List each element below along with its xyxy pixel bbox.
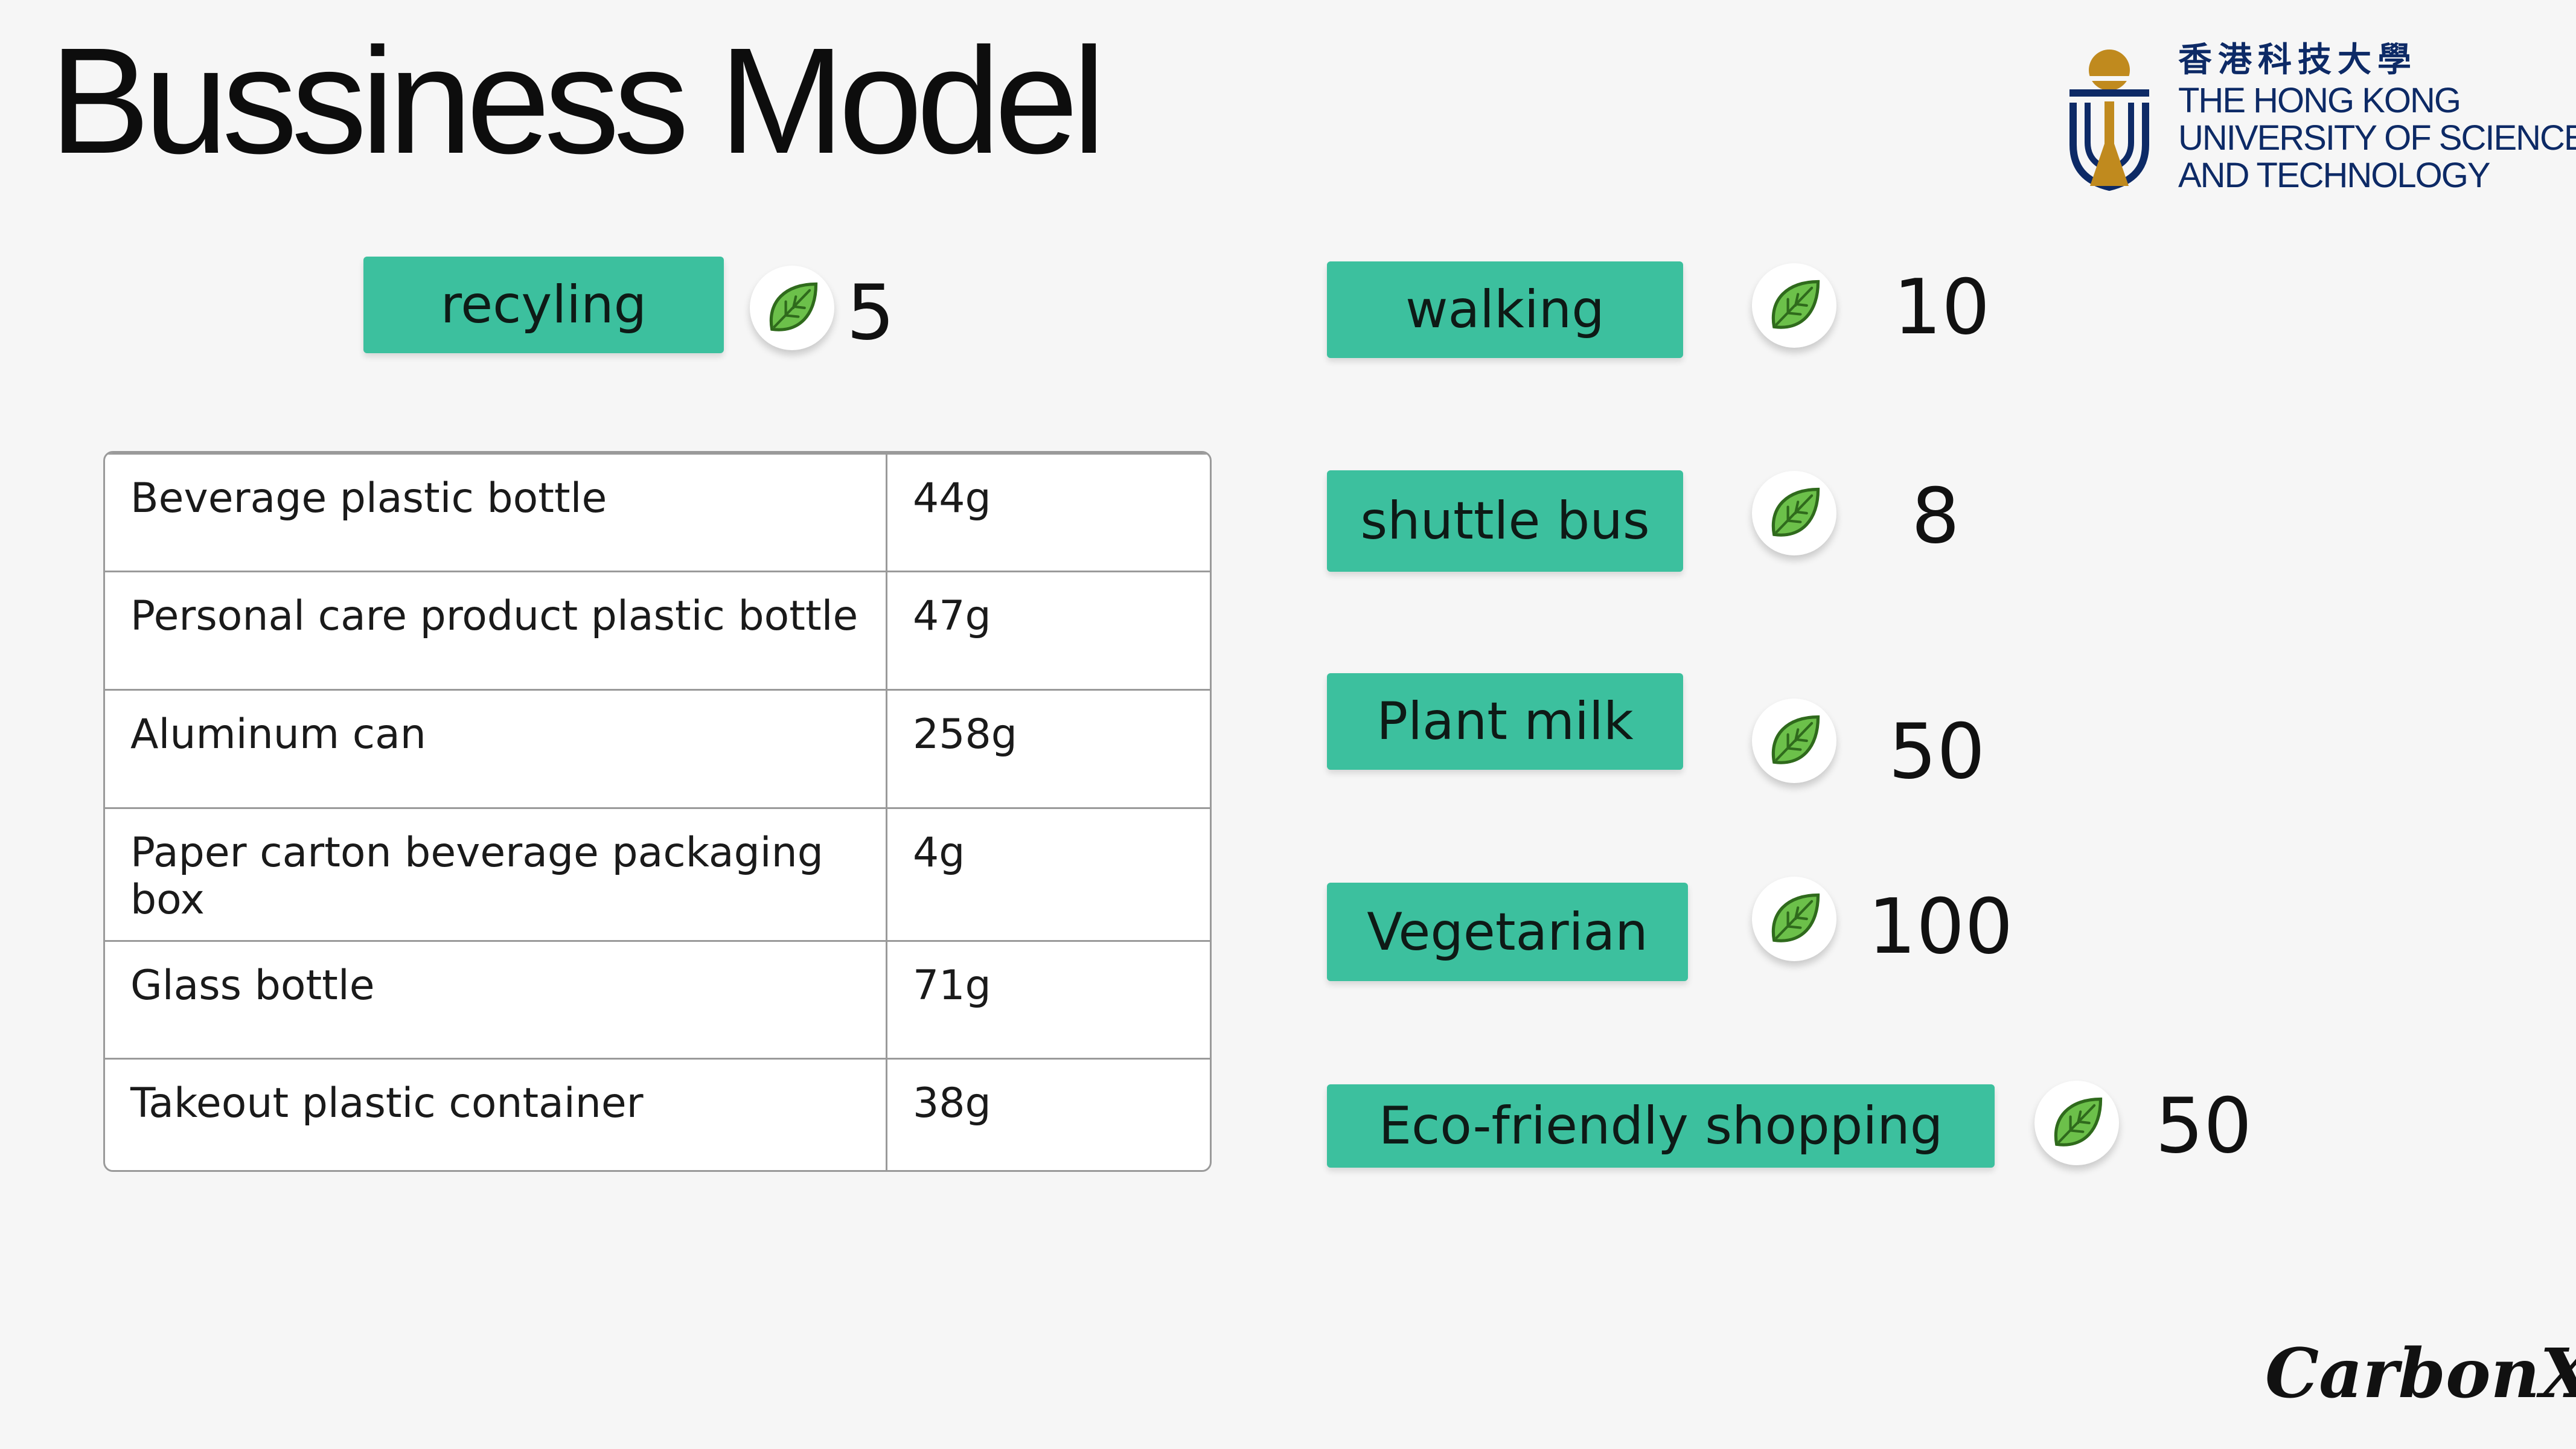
table-row: Beverage plastic bottle 44g	[105, 453, 1210, 571]
table-row: Paper carton beverage packaging box 4g	[105, 807, 1210, 940]
logo-english-line2: UNIVERSITY OF SCIENCE	[2178, 118, 2576, 158]
recycling-pill: recyling	[363, 257, 724, 353]
carbonx-brand-logo: CarbonX	[2265, 1334, 2576, 1413]
page-title: Bussiness Model	[50, 16, 1106, 185]
activity-points-shuttle-bus: 8	[1911, 472, 1960, 560]
leaf-icon	[1752, 877, 1836, 961]
activity-pill-plant-milk: Plant milk	[1327, 673, 1683, 770]
item-weight: 47g	[913, 592, 991, 640]
leaf-icon	[1752, 263, 1836, 348]
activity-pill-walking: walking	[1327, 261, 1683, 358]
item-weight: 38g	[913, 1080, 991, 1127]
activity-points-vegetarian: 100	[1868, 882, 2013, 971]
activity-pill-eco-friendly-shopping: Eco-friendly shopping	[1327, 1084, 1995, 1168]
item-weight: 4g	[913, 829, 965, 877]
leaf-icon	[1752, 699, 1836, 783]
table-row: Aluminum can 258g	[105, 689, 1210, 807]
activity-pill-shuttle-bus: shuttle bus	[1327, 470, 1683, 572]
item-name: Glass bottle	[130, 962, 375, 1009]
table-row: Personal care product plastic bottle 47g	[105, 571, 1210, 689]
item-weight: 71g	[913, 962, 991, 1009]
recycling-items-table: Beverage plastic bottle 44g Personal car…	[103, 451, 1212, 1172]
item-name: Takeout plastic container	[130, 1080, 644, 1127]
activity-points-walking: 10	[1893, 263, 1990, 351]
hkust-logo	[2069, 50, 2149, 191]
activity-pill-vegetarian: Vegetarian	[1327, 883, 1688, 981]
recycling-points: 5	[846, 268, 895, 357]
item-weight: 44g	[913, 475, 991, 522]
leaf-icon	[750, 266, 834, 350]
item-name: Paper carton beverage packaging box	[130, 829, 823, 924]
activity-points-eco-friendly-shopping: 50	[2155, 1081, 2252, 1170]
table-row: Takeout plastic container 38g	[105, 1058, 1210, 1170]
activity-points-plant-milk: 50	[1888, 707, 1986, 796]
logo-chinese-name: 香港科技大學	[2178, 40, 2417, 80]
item-weight: 258g	[913, 711, 1017, 758]
leaf-icon	[2034, 1081, 2119, 1165]
item-name: Personal care product plastic bottle	[130, 592, 858, 640]
table-row: Glass bottle 71g	[105, 940, 1210, 1058]
item-name: Beverage plastic bottle	[130, 475, 607, 522]
logo-english-line1: THE HONG KONG	[2178, 81, 2461, 120]
leaf-icon	[1752, 471, 1836, 555]
hkust-logo-text: 香港科技大學 THE HONG KONG UNIVERSITY OF SCIEN…	[2178, 43, 2576, 194]
item-name: Aluminum can	[130, 711, 426, 758]
logo-english-line3: AND TECHNOLOGY	[2178, 156, 2491, 195]
